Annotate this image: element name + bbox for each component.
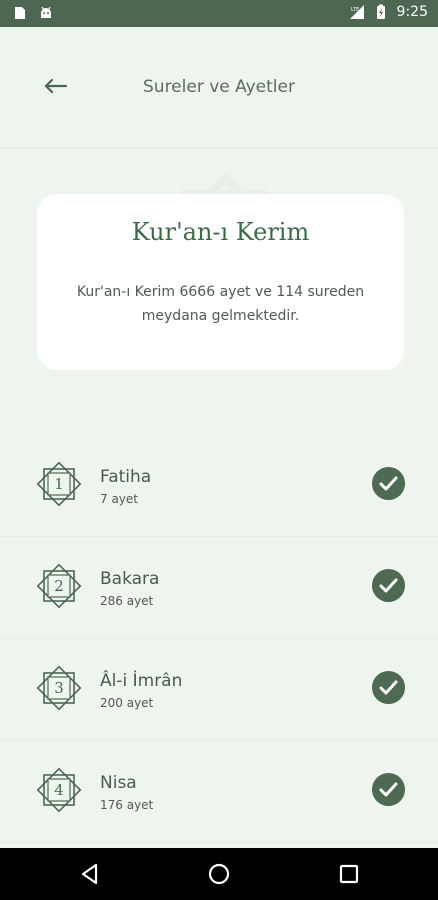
ayet-count: 176 ayet — [100, 798, 154, 812]
svg-text:LTE: LTE — [351, 7, 359, 13]
app-bar: Sureler ve Ayetler — [0, 27, 438, 149]
surah-name: Fatiha — [100, 467, 152, 487]
ayet-count: 7 ayet — [100, 492, 138, 506]
surah-number: 4 — [54, 781, 64, 799]
status-bar: LTE 9:25 — [0, 0, 438, 27]
card-title: Kur'an-ı Kerim — [131, 218, 310, 246]
hero-section: Kur'an-ı Kerim Kur'an-ı Kerim 6666 ayet … — [0, 150, 438, 440]
signal-icon: LTE — [349, 5, 364, 19]
check-icon — [372, 773, 405, 806]
card-description: Kur'an-ı Kerim 6666 ayet ve 114 sureden … — [76, 284, 365, 324]
recents-square-icon[interactable] — [337, 862, 361, 886]
check-icon — [372, 671, 405, 704]
android-icon — [41, 6, 51, 18]
check-icon — [372, 569, 405, 602]
battery-icon — [376, 4, 385, 19]
surah-item-bakara[interactable]: 2 Bakara 286 ayet — [0, 537, 438, 639]
home-circle-icon[interactable] — [207, 862, 231, 886]
surah-number: 3 — [54, 679, 64, 697]
surah-name: Bakara — [100, 569, 160, 589]
status-time: 9:25 — [396, 4, 428, 20]
check-icon — [372, 467, 405, 500]
surah-item-nisa[interactable]: 4 Nisa 176 ayet — [0, 741, 438, 843]
octagram-number-badge: 4 — [36, 767, 82, 813]
surah-number: 1 — [54, 475, 64, 493]
back-triangle-icon[interactable] — [78, 862, 102, 886]
page-title: Sureler ve Ayetler — [143, 77, 295, 97]
octagram-number-badge: 2 — [36, 563, 82, 609]
surah-name: Âl-i İmrân — [100, 671, 183, 691]
surah-name: Nisa — [100, 773, 137, 793]
ayet-count: 200 ayet — [100, 696, 154, 710]
surah-number: 2 — [54, 577, 64, 595]
octagram-number-badge: 1 — [36, 461, 82, 507]
info-card: Kur'an-ı Kerim Kur'an-ı Kerim 6666 ayet … — [37, 194, 404, 370]
octagram-number-badge: 3 — [36, 665, 82, 711]
surah-item-al-i-imran[interactable]: 3 Âl-i İmrân 200 ayet — [0, 639, 438, 741]
notification-icon — [15, 7, 25, 19]
surah-item-fatiha[interactable]: 1 Fatiha 7 ayet — [0, 435, 438, 537]
ayet-count: 286 ayet — [100, 594, 154, 608]
system-nav-bar — [0, 848, 438, 900]
